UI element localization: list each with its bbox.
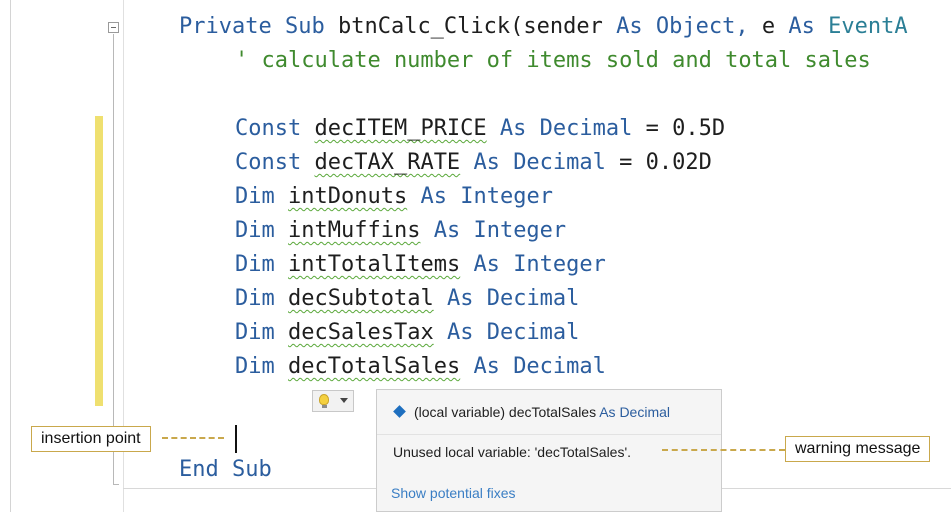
keyword: As xyxy=(473,252,500,277)
chevron-down-icon[interactable] xyxy=(340,398,348,403)
keyword: As xyxy=(788,14,815,39)
type-name: Decimal xyxy=(513,150,606,175)
local-variable-icon xyxy=(393,405,406,418)
type-name: Decimal xyxy=(486,320,580,345)
variable-name[interactable]: decTotalSales xyxy=(288,354,460,379)
callout-leader-insertion-point xyxy=(162,437,224,439)
method-name: btnCalc_Click(sender xyxy=(337,14,603,39)
code-line-const-item-price: Const decITEM_PRICE As Decimal = 0.5D xyxy=(235,116,725,142)
variable-name: decTAX_RATE xyxy=(314,150,461,175)
keyword: Dim xyxy=(235,286,275,311)
tooltip-symbol-info: (local variable) decTotalSales As Decima… xyxy=(393,404,670,420)
type-name: Decimal xyxy=(513,354,606,379)
type-name: Integer xyxy=(513,252,606,277)
quick-actions-button[interactable] xyxy=(312,390,354,412)
keyword: As xyxy=(446,286,474,311)
lightbulb-base xyxy=(322,405,327,408)
keyword: Const xyxy=(235,116,302,141)
assignment: = 0.02D xyxy=(619,150,712,175)
collapse-toggle-icon[interactable] xyxy=(108,22,119,33)
code-line-dim-total-sales: Dim decTotalSales As Decimal xyxy=(235,354,606,380)
keyword: As xyxy=(499,116,527,141)
keyword: Const xyxy=(235,150,302,175)
variable-name: intMuffins xyxy=(288,218,421,243)
change-indicator-bar xyxy=(95,116,103,406)
keyword: As xyxy=(446,320,474,345)
keyword: Dim xyxy=(235,354,275,379)
tooltip-divider xyxy=(377,434,721,435)
code-line-dim-total-items: Dim intTotalItems As Integer xyxy=(235,252,606,278)
lightbulb-icon xyxy=(319,394,329,405)
callout-leader-warning-message xyxy=(662,449,785,451)
callout-insertion-point: insertion point xyxy=(31,426,151,452)
tooltip-symbol-type: As Decimal xyxy=(599,404,671,420)
code-line-dim-subtotal: Dim decSubtotal As Decimal xyxy=(235,286,579,312)
keyword: As xyxy=(473,150,500,175)
parameter-name: e xyxy=(761,14,776,39)
keyword: As xyxy=(616,14,643,39)
type-name: Decimal xyxy=(486,286,580,311)
keyword: As xyxy=(473,354,500,379)
keyword: As xyxy=(420,184,447,209)
keyword: Sub xyxy=(284,14,325,39)
code-line-dim-muffins: Dim intMuffins As Integer xyxy=(235,218,566,244)
keyword: Dim xyxy=(235,184,275,209)
keyword: Dim xyxy=(235,218,275,243)
tooltip-symbol-text: (local variable) decTotalSales xyxy=(414,404,597,420)
keyword: Dim xyxy=(235,320,275,345)
type-name: Integer xyxy=(473,218,567,243)
variable-name: decSubtotal xyxy=(288,286,434,311)
code-line-sub-declaration: Private Sub btnCalc_Click(sender As Obje… xyxy=(179,14,908,40)
code-line-end-sub: End Sub xyxy=(179,457,272,482)
code-line-dim-sales-tax: Dim decSalesTax As Decimal xyxy=(235,320,579,346)
type-name: Integer xyxy=(460,184,553,209)
callout-warning-message: warning message xyxy=(785,436,931,462)
variable-name: decITEM_PRICE xyxy=(314,116,487,141)
assignment: = 0.5D xyxy=(645,116,726,141)
keyword: As xyxy=(433,218,461,243)
type-name: EventA xyxy=(828,14,908,39)
show-potential-fixes-link[interactable]: Show potential fixes xyxy=(391,485,516,501)
code-line-const-tax-rate: Const decTAX_RATE As Decimal = 0.02D xyxy=(235,150,712,176)
type-name: Decimal xyxy=(539,116,633,141)
tooltip-warning-text: Unused local variable: 'decTotalSales'. xyxy=(393,444,632,460)
outline-guide xyxy=(113,34,114,484)
outline-guide-end xyxy=(113,484,119,485)
keyword: Private xyxy=(179,14,272,39)
code-line-dim-donuts: Dim intDonuts As Integer xyxy=(235,184,553,210)
variable-name: decSalesTax xyxy=(288,320,434,345)
variable-name: intTotalItems xyxy=(288,252,461,277)
type-name: Object, xyxy=(655,14,749,39)
insertion-point-caret xyxy=(235,425,237,453)
variable-name: intDonuts xyxy=(288,184,408,209)
keyword: Dim xyxy=(235,252,275,277)
code-line-comment: ' calculate number of items sold and tot… xyxy=(235,48,871,73)
